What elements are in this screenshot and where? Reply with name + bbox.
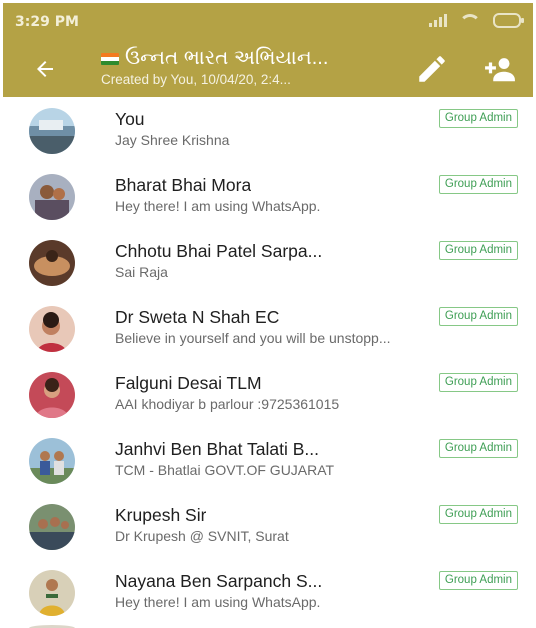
group-subtitle: Created by You, 10/04/20, 2:4... [101, 72, 291, 87]
avatar[interactable] [29, 438, 75, 484]
status-bar: 3:29 PM [3, 3, 533, 41]
participant-row[interactable]: Bharat Bhai Mora Hey there! I am using W… [3, 163, 533, 229]
group-admin-badge: Group Admin [438, 241, 518, 260]
avatar[interactable] [29, 570, 75, 616]
group-admin-badge: Group Admin [438, 307, 518, 326]
avatar[interactable] [29, 306, 75, 352]
participant-row[interactable]: Krupesh Sir Dr Krupesh @ SVNIT, Surat Gr… [3, 493, 533, 559]
participant-row[interactable]: Chhotu Bhai Patel Sarpa... Sai Raja Grou… [3, 229, 533, 295]
edit-button[interactable] [415, 52, 449, 86]
group-admin-badge: Group Admin [438, 505, 518, 524]
participant-name: Janhvi Ben Bhat Talati B... [115, 439, 319, 459]
participant-row[interactable]: Falguni Desai TLM AAI khodiyar b parlour… [3, 361, 533, 427]
participant-row[interactable]: Dr Sweta N Shah EC Believe in yourself a… [3, 295, 533, 361]
phone-screen: 3:29 PM ઉન્નત ભારત અભિયાન... Created by … [3, 3, 533, 628]
participant-status: Hey there! I am using WhatsApp. [115, 198, 321, 214]
participant-name: Nayana Ben Sarpanch S... [115, 571, 323, 591]
participant-status: Hey there! I am using WhatsApp. [115, 594, 321, 610]
participant-name: Bharat Bhai Mora [115, 175, 252, 195]
group-admin-badge: Group Admin [438, 175, 518, 194]
arrow-left-icon[interactable] [33, 51, 57, 87]
group-admin-badge: Group Admin [438, 571, 518, 590]
group-title[interactable]: ઉન્નત ભારત અભિયાન... [125, 47, 328, 70]
battery-icon [493, 13, 524, 28]
add-participant-button[interactable] [481, 52, 519, 86]
avatar[interactable] [29, 174, 75, 220]
group-admin-badge: Group Admin [438, 373, 518, 392]
signal-icon [429, 14, 447, 27]
group-admin-badge: Group Admin [438, 109, 518, 128]
pencil-icon [419, 56, 445, 82]
avatar[interactable] [29, 504, 75, 550]
app-bar: ઉન્નત ભારત અભિયાન... Created by You, 10/… [3, 41, 533, 97]
wifi-icon [459, 14, 481, 27]
participant-status: TCM - Bhatlai GOVT.OF GUJARAT [115, 462, 335, 478]
participant-row[interactable]: Nayana Ben Sarpanch S... Hey there! I am… [3, 559, 533, 625]
participants-list: You Jay Shree Krishna Group Admin Bharat… [3, 97, 533, 625]
participant-status: Dr Krupesh @ SVNIT, Surat [115, 528, 289, 544]
avatar[interactable] [29, 108, 75, 154]
participant-name: You [115, 109, 145, 129]
participant-status: Jay Shree Krishna [115, 132, 230, 148]
india-flag-icon [101, 53, 119, 65]
status-time: 3:29 PM [15, 14, 79, 30]
participant-name: Krupesh Sir [115, 505, 207, 525]
status-icons [429, 13, 524, 28]
participant-row[interactable]: Janhvi Ben Bhat Talati B... TCM - Bhatla… [3, 427, 533, 493]
participant-status: Believe in yourself and you will be unst… [115, 330, 391, 346]
participant-status: Sai Raja [115, 264, 168, 280]
participant-status: AAI khodiyar b parlour :9725361015 [115, 396, 340, 412]
participant-row[interactable]: You Jay Shree Krishna Group Admin [3, 97, 533, 163]
avatar[interactable] [29, 372, 75, 418]
participant-name: Chhotu Bhai Patel Sarpa... [115, 241, 323, 261]
participant-name: Dr Sweta N Shah EC [115, 307, 280, 327]
avatar[interactable] [29, 240, 75, 286]
group-admin-badge: Group Admin [438, 439, 518, 458]
participant-name: Falguni Desai TLM [115, 373, 262, 393]
add-person-icon [485, 58, 515, 82]
